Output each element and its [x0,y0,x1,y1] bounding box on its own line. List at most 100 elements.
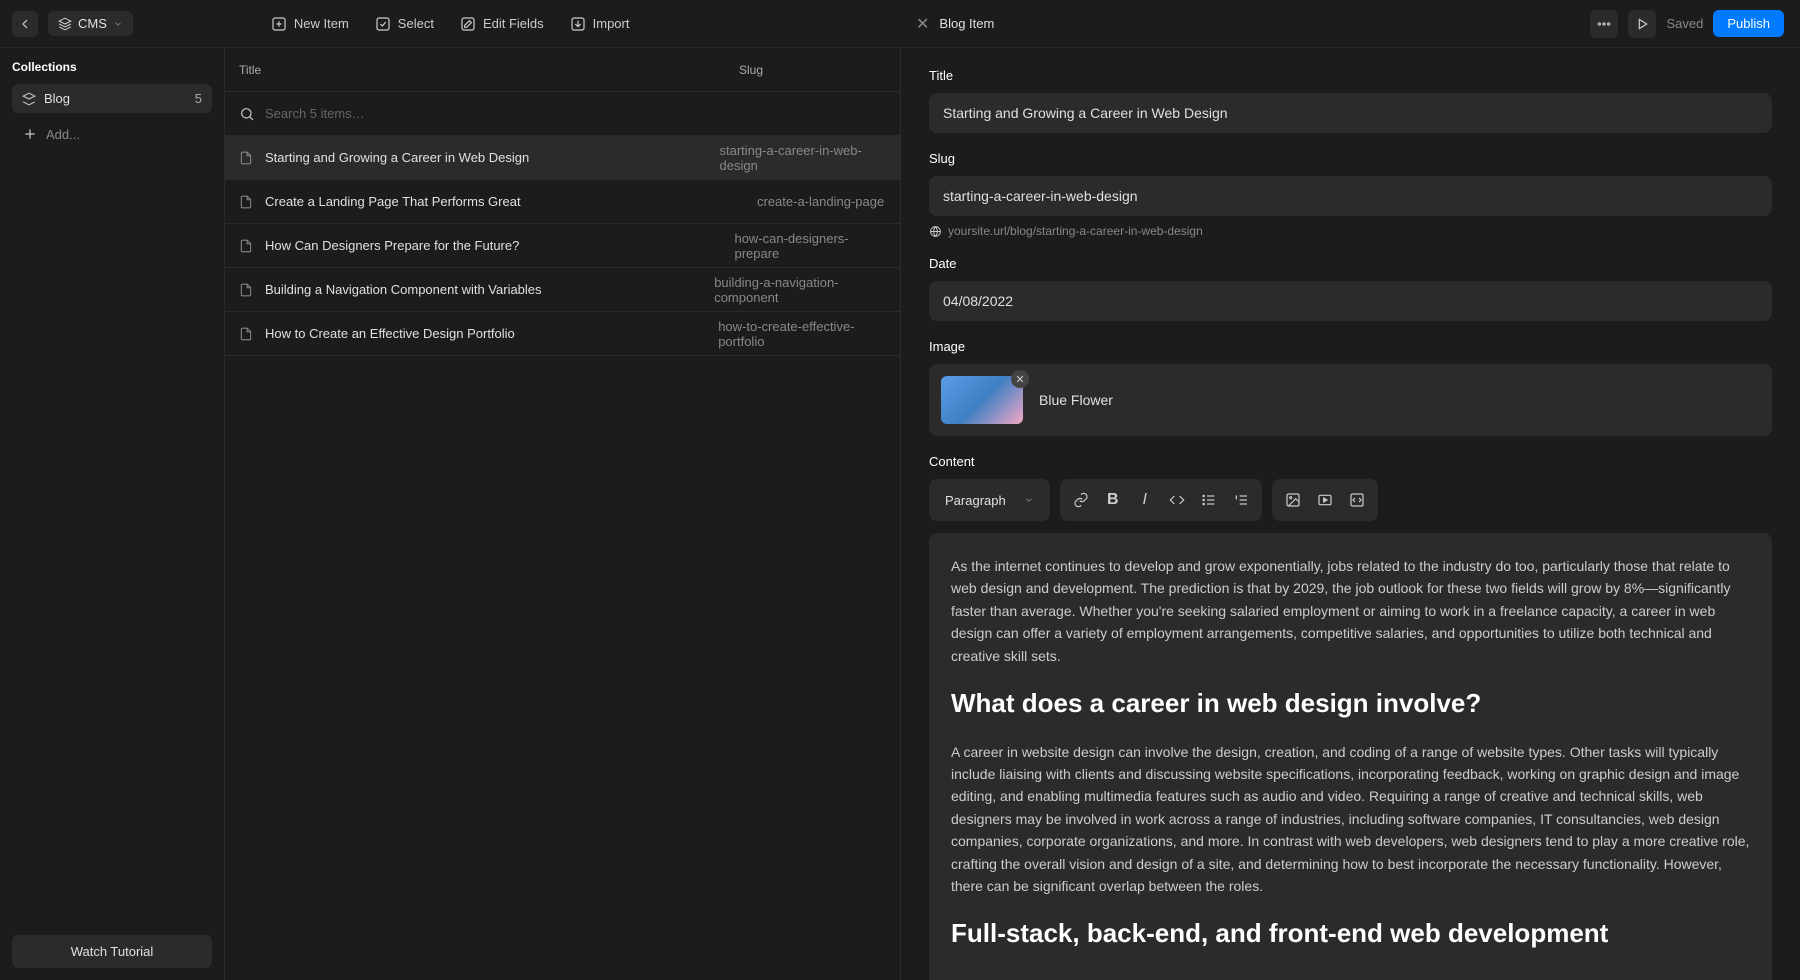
dots-icon [1596,16,1612,32]
embed-icon [1349,492,1365,508]
close-detail-button[interactable]: ✕ [916,14,929,34]
watch-tutorial-button[interactable]: Watch Tutorial [12,935,212,968]
collection-blog[interactable]: Blog 5 [12,84,212,113]
edit-fields-button[interactable]: Edit Fields [452,11,552,37]
plus-square-icon [271,16,287,32]
plus-icon [22,126,38,142]
italic-button[interactable]: I [1130,485,1160,515]
video-button[interactable] [1310,485,1340,515]
olist-icon [1233,492,1249,508]
title-label: Title [929,68,1772,83]
edit-icon [460,16,476,32]
chevron-down-icon [1024,495,1034,505]
italic-icon: I [1142,491,1146,509]
cms-menu[interactable]: CMS [48,11,133,36]
video-icon [1317,492,1333,508]
embed-button[interactable] [1342,485,1372,515]
row-slug: building-a-navigation-component [714,275,886,305]
detail-topbar: ✕ Blog Item Saved Publish [900,0,1800,48]
layers-icon [58,17,72,31]
select-button[interactable]: Select [367,11,442,37]
sidebar: Collections Blog 5 Add... Watch Tutorial [0,48,225,980]
row-title: Starting and Growing a Career in Web Des… [265,150,707,165]
search-input[interactable] [265,106,886,121]
chevron-left-icon [17,16,33,32]
new-item-button[interactable]: New Item [263,11,357,37]
row-slug: how-can-designers-prepare [734,231,886,261]
table-row[interactable]: Building a Navigation Component with Var… [225,268,900,312]
date-field[interactable] [929,281,1772,321]
play-icon [1634,16,1650,32]
collection-icon [22,92,36,106]
globe-icon [929,225,942,238]
image-icon [1285,492,1301,508]
code-icon [1169,492,1185,508]
olist-button[interactable] [1226,485,1256,515]
image-button[interactable] [1278,485,1308,515]
content-toolbar: Paragraph B I [929,479,1772,521]
table-row[interactable]: How Can Designers Prepare for the Future… [225,224,900,268]
row-title: How to Create an Effective Design Portfo… [265,326,706,341]
image-remove-button[interactable]: ✕ [1011,370,1029,388]
row-slug: starting-a-career-in-web-design [719,143,886,173]
search-icon [239,106,255,122]
content-editor[interactable]: As the internet continues to develop and… [929,533,1772,980]
bold-icon: B [1107,491,1119,509]
import-icon [570,16,586,32]
doc-icon [239,239,253,253]
table-row[interactable]: Starting and Growing a Career in Web Des… [225,136,900,180]
preview-button[interactable] [1628,10,1656,38]
image-field[interactable]: ✕ Blue Flower [929,364,1772,436]
row-title: How Can Designers Prepare for the Future… [265,238,722,253]
row-title: Create a Landing Page That Performs Grea… [265,194,745,209]
paragraph-select[interactable]: Paragraph [935,487,1044,514]
collection-name: Blog [44,91,70,106]
add-collection-button[interactable]: Add... [12,119,212,149]
cms-label: CMS [78,16,107,31]
back-button[interactable] [12,11,38,37]
code-button[interactable] [1162,485,1192,515]
table-row[interactable]: Create a Landing Page That Performs Grea… [225,180,900,224]
saved-status: Saved [1666,16,1703,31]
doc-icon [239,195,253,209]
content-label: Content [929,454,1772,469]
content-p2: A career in website design can involve t… [951,741,1750,898]
collections-heading: Collections [12,60,212,74]
content-p1: As the internet continues to develop and… [951,555,1750,667]
content-h2b: Full-stack, back-end, and front-end web … [951,913,1750,955]
detail-panel: Title Slug yoursite.url/blog/starting-a-… [900,48,1800,980]
link-button[interactable] [1066,485,1096,515]
image-name: Blue Flower [1039,392,1113,408]
ulist-button[interactable] [1194,485,1224,515]
table-header: Title Slug [225,48,900,92]
detail-panel-title: Blog Item [939,16,994,31]
row-slug: create-a-landing-page [757,194,884,209]
bold-button[interactable]: B [1098,485,1128,515]
items-table: Title Slug Starting and Growing a Career… [225,48,900,980]
image-thumbnail [941,376,1023,424]
link-icon [1073,492,1089,508]
image-label: Image [929,339,1772,354]
slug-label: Slug [929,151,1772,166]
table-row[interactable]: How to Create an Effective Design Portfo… [225,312,900,356]
import-button[interactable]: Import [562,11,638,37]
collection-count: 5 [195,91,202,106]
doc-icon [239,283,253,297]
th-title: Title [239,63,739,77]
row-title: Building a Navigation Component with Var… [265,282,702,297]
check-square-icon [375,16,391,32]
row-slug: how-to-create-effective-portfolio [718,319,886,349]
doc-icon [239,151,253,165]
detail-more-button[interactable] [1590,10,1618,38]
content-h2a: What does a career in web design involve… [951,683,1750,725]
slug-field[interactable] [929,176,1772,216]
date-label: Date [929,256,1772,271]
search-row [225,92,900,136]
th-slug: Slug [739,63,763,77]
title-field[interactable] [929,93,1772,133]
chevron-down-icon [113,19,123,29]
url-preview: yoursite.url/blog/starting-a-career-in-w… [929,224,1772,238]
publish-button[interactable]: Publish [1713,10,1784,37]
doc-icon [239,327,253,341]
ulist-icon [1201,492,1217,508]
